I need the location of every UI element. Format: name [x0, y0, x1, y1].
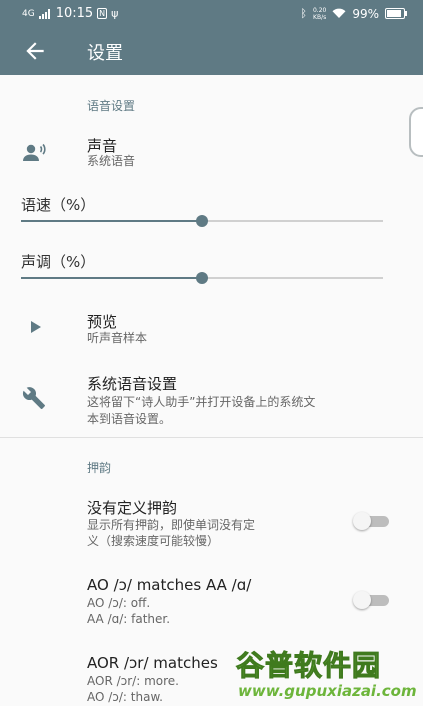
- battery-percent: 99%: [352, 6, 379, 21]
- watermark: 谷普软件园 www.gupuxiazai.com: [232, 640, 423, 706]
- aor-title: AOR /ɔr/ matches: [87, 654, 218, 672]
- toggle-thumb: [353, 591, 371, 609]
- wrench-icon: [22, 387, 45, 409]
- system-tts-subtitle-line1: 这将留下“诗人助手”并打开设备上的系统文: [87, 395, 316, 409]
- play-icon: [31, 321, 41, 333]
- pitch-slider[interactable]: [21, 272, 383, 284]
- preview-subtitle: 听声音样本: [87, 331, 148, 345]
- watermark-title: 谷普软件园: [235, 649, 382, 683]
- clock: 10:15: [55, 6, 94, 21]
- usb-icon: ψ: [111, 7, 119, 20]
- undefined-rhymes-toggle[interactable]: [353, 511, 391, 531]
- speed-slider[interactable]: [21, 215, 383, 227]
- pitch-slider-label: 声调（%）: [21, 253, 96, 271]
- section-header-rhyme: 押韵: [87, 461, 112, 475]
- status-bar: 4G 10:15 N ψ ᛒ 0.20 KB/s 99%: [0, 0, 423, 27]
- toggle-thumb: [353, 512, 371, 530]
- speed-slider-fill: [21, 220, 202, 222]
- speed-slider-label: 语速（%）: [21, 196, 96, 214]
- watermark-url: www.gupuxiazai.com: [238, 682, 417, 700]
- voice-person-icon: [23, 143, 46, 161]
- bluetooth-icon: ᛒ: [300, 7, 307, 20]
- ao-aa-toggle[interactable]: [353, 590, 391, 610]
- ao-aa-example-2: AA /ɑ/: father.: [87, 612, 171, 626]
- arrow-left-icon[interactable]: [22, 38, 48, 64]
- section-header-voice: 语音设置: [87, 99, 136, 113]
- signal-icon: [38, 8, 50, 19]
- voice-setting-subtitle: 系统语音: [87, 154, 136, 168]
- undefined-rhymes-title: 没有定义押韵: [87, 499, 178, 517]
- pitch-slider-thumb[interactable]: [196, 272, 208, 284]
- battery-icon: [385, 8, 407, 19]
- app-bar: 设置: [0, 27, 423, 75]
- section-divider: [0, 437, 423, 438]
- edge-panel-handle[interactable]: [409, 107, 423, 157]
- pitch-slider-fill: [21, 277, 202, 279]
- page-title: 设置: [87, 43, 123, 64]
- speed-slider-thumb[interactable]: [196, 215, 208, 227]
- system-tts-subtitle-line2: 本到语音设置。: [87, 412, 172, 426]
- notification-badge: N: [97, 8, 108, 19]
- network-type: 4G: [22, 8, 35, 19]
- ao-aa-title: AO /ɔ/ matches AA /ɑ/: [87, 576, 252, 594]
- net-speed: 0.20 KB/s: [312, 6, 327, 21]
- wifi-icon: [332, 8, 346, 18]
- aor-example-2: AO /ɔ/: thaw.: [87, 690, 163, 704]
- undefined-rhymes-subtitle-line2: 义（搜索速度可能较慢）: [87, 534, 220, 548]
- system-tts-title: 系统语音设置: [87, 375, 178, 393]
